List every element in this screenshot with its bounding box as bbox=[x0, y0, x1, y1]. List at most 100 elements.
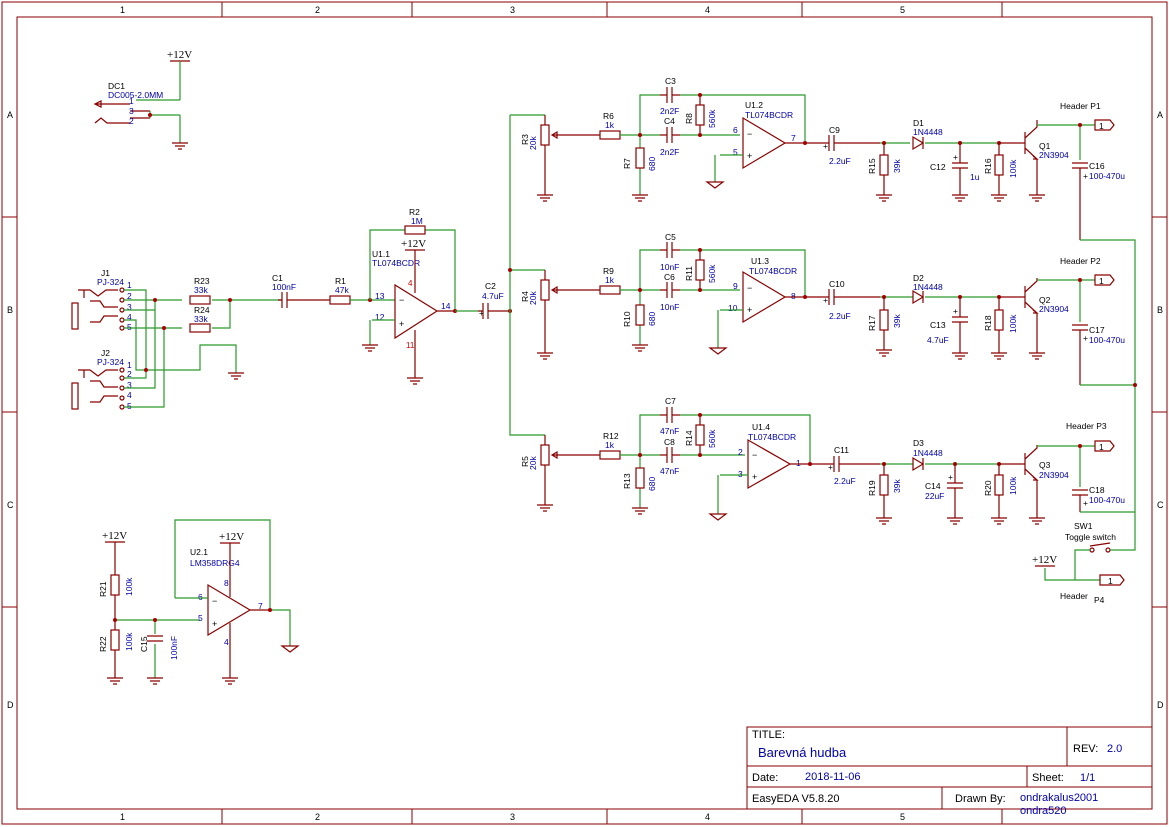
q1-transistor[interactable]: Q1 2N3904 bbox=[999, 120, 1069, 195]
r22-resistor[interactable]: R22 100k bbox=[98, 629, 134, 652]
r4-pot[interactable]: R4 20k bbox=[520, 270, 600, 353]
row-label: C bbox=[7, 500, 14, 510]
c16-capacitor[interactable]: + C16 100-470u bbox=[1072, 161, 1125, 240]
c14-value: 22uF bbox=[925, 491, 944, 501]
polarity-mark: + bbox=[1083, 171, 1088, 181]
d2-diode[interactable]: D2 1N4448 bbox=[912, 273, 943, 305]
minus-symbol: − bbox=[752, 450, 757, 460]
c14-capacitor[interactable]: + C14 22uF bbox=[925, 464, 963, 518]
d3-diode[interactable]: D3 1N4448 bbox=[912, 438, 943, 472]
header-p2[interactable]: Header P2 1 bbox=[1060, 256, 1115, 286]
c15-ref: C15 bbox=[139, 636, 149, 652]
c9-value: 2.2uF bbox=[829, 156, 851, 166]
c13-capacitor[interactable]: + C13 4.7uF bbox=[927, 297, 968, 353]
u12-opamp[interactable]: − + U1.2 TL074BCDR 6 5 7 bbox=[733, 100, 805, 170]
c5-value: 10nF bbox=[660, 262, 679, 272]
author-2: ondra520 bbox=[1020, 805, 1067, 817]
title-label: TITLE: bbox=[752, 729, 785, 741]
c6-capacitor[interactable]: C6 10nF bbox=[660, 272, 680, 312]
col-label: 3 bbox=[510, 812, 515, 822]
pin: 13 bbox=[375, 291, 385, 301]
c7-capacitor[interactable]: C7 47nF bbox=[660, 396, 680, 436]
r21-resistor[interactable]: R21 100k bbox=[98, 574, 134, 597]
r24-resistor[interactable]: R24 33k bbox=[189, 305, 211, 333]
p2-label: Header P2 bbox=[1060, 256, 1101, 266]
c18-ref: C18 bbox=[1089, 485, 1105, 495]
c7-value: 47nF bbox=[660, 426, 679, 436]
header-p3[interactable]: Header P3 1 bbox=[1066, 421, 1115, 452]
r17-resistor[interactable]: R17 39k bbox=[867, 297, 902, 350]
r20-resistor[interactable]: R20 100k bbox=[983, 464, 1018, 518]
c10-value: 2.2uF bbox=[829, 311, 851, 321]
r21-value: 100k bbox=[124, 577, 134, 596]
j2-jack[interactable]: J2 PJ-324 1 2 3 4 5 bbox=[71, 348, 132, 411]
r1-resistor[interactable]: R1 47k bbox=[329, 276, 351, 305]
j1-jack[interactable]: J1 PJ-324 1 2 3 4 5 bbox=[71, 268, 132, 332]
r6-resistor[interactable]: R6 1k bbox=[599, 111, 621, 140]
u14-opamp[interactable]: − + U1.4 TL074BCDR 2 3 1 bbox=[738, 422, 810, 490]
r23-resistor[interactable]: R23 33k bbox=[189, 276, 211, 305]
d1-diode[interactable]: D1 1N4448 bbox=[912, 118, 943, 151]
r21-ref: R21 bbox=[98, 581, 108, 597]
r12-resistor[interactable]: R12 1k bbox=[599, 431, 621, 460]
r7-resistor[interactable]: R7 680 bbox=[622, 147, 657, 171]
r11-resistor[interactable]: R11 560k bbox=[684, 250, 717, 290]
u13-opamp[interactable]: − + U1.3 TL074BCDR 9 10 8 bbox=[728, 256, 805, 324]
c12-capacitor[interactable]: + C12 1u bbox=[930, 143, 980, 195]
c1-capacitor[interactable]: C1 100nF bbox=[272, 273, 330, 308]
r16-resistor[interactable]: R16 100k bbox=[983, 143, 1018, 195]
pin: 1 bbox=[1099, 276, 1104, 286]
r3-pot[interactable]: R3 20k bbox=[520, 115, 600, 195]
sw1-toggle-switch[interactable]: SW1 Toggle switch bbox=[1065, 521, 1116, 553]
row-label: A bbox=[7, 110, 13, 120]
c3-value: 2n2F bbox=[660, 106, 679, 116]
r13-resistor[interactable]: R13 680 bbox=[622, 467, 657, 491]
r10-resistor[interactable]: R10 680 bbox=[622, 304, 657, 327]
r9-resistor[interactable]: R9 1k bbox=[599, 266, 621, 295]
r20-ref: R20 bbox=[983, 480, 993, 496]
ground-icon bbox=[708, 513, 728, 521]
c5-capacitor[interactable]: C5 10nF bbox=[660, 232, 680, 272]
r14-resistor[interactable]: R14 560k bbox=[684, 415, 717, 455]
c8-capacitor[interactable]: C8 47nF bbox=[660, 437, 680, 476]
c17-capacitor[interactable]: + C17 100-470u bbox=[1072, 324, 1125, 385]
c3-capacitor[interactable]: C3 2n2F bbox=[660, 76, 680, 116]
r18-resistor[interactable]: R18 100k bbox=[983, 297, 1018, 353]
u21-value: LM358DRG4 bbox=[190, 558, 240, 568]
r2-resistor[interactable]: R2 1M bbox=[404, 207, 426, 235]
col-label: 2 bbox=[315, 5, 320, 15]
r22-value: 100k bbox=[124, 632, 134, 651]
c3-ref: C3 bbox=[665, 76, 676, 86]
pin: 1 bbox=[129, 96, 134, 106]
p4-ref: P4 bbox=[1094, 595, 1105, 605]
r5-pot[interactable]: R5 20k bbox=[520, 435, 600, 505]
c13-ref: C13 bbox=[930, 320, 946, 330]
dc1-jack[interactable]: +12V DC1 DC005-2.0MM 1 3 2 bbox=[93, 49, 192, 150]
c10-capacitor[interactable]: + C10 2.2uF bbox=[805, 279, 880, 321]
ground-icon bbox=[991, 194, 1007, 202]
u11-opamp[interactable]: − + U1.1 TL074BCDR 13 12 14 4 11 +12V bbox=[372, 238, 455, 378]
r18-value: 100k bbox=[1008, 314, 1018, 333]
r20-value: 100k bbox=[1008, 476, 1018, 495]
pin: 4 bbox=[224, 637, 229, 647]
c11-capacitor[interactable]: + C11 2.2uF bbox=[810, 445, 880, 486]
r19-resistor[interactable]: R19 39k bbox=[867, 464, 902, 518]
power-label: +12V bbox=[401, 238, 426, 250]
p1-label: Header P1 bbox=[1060, 101, 1101, 111]
r8-resistor[interactable]: R8 560k bbox=[684, 95, 717, 135]
c4-capacitor[interactable]: C4 2n2F bbox=[660, 116, 680, 157]
ground-icon bbox=[1029, 194, 1045, 202]
header-p1[interactable]: Header P1 1 bbox=[1060, 101, 1115, 131]
c15-capacitor[interactable]: C15 100nF bbox=[139, 635, 179, 660]
c18-capacitor[interactable]: + C18 100-470u bbox=[1072, 485, 1125, 512]
pin: 1 bbox=[1099, 442, 1104, 452]
sheet-label: Sheet: bbox=[1032, 772, 1064, 784]
r15-resistor[interactable]: R15 39k bbox=[867, 143, 902, 195]
minus-symbol: − bbox=[212, 596, 217, 606]
r8-value: 560k bbox=[707, 109, 717, 128]
q1-value: 2N3904 bbox=[1039, 150, 1069, 160]
c15-value: 100nF bbox=[169, 636, 179, 660]
u21-opamp[interactable]: − + U2.1 LM358DRG4 6 5 7 8 4 +12V bbox=[190, 531, 270, 678]
c2-capacitor[interactable]: + C2 4.7uF bbox=[478, 281, 510, 319]
pin: 5 bbox=[127, 401, 132, 411]
